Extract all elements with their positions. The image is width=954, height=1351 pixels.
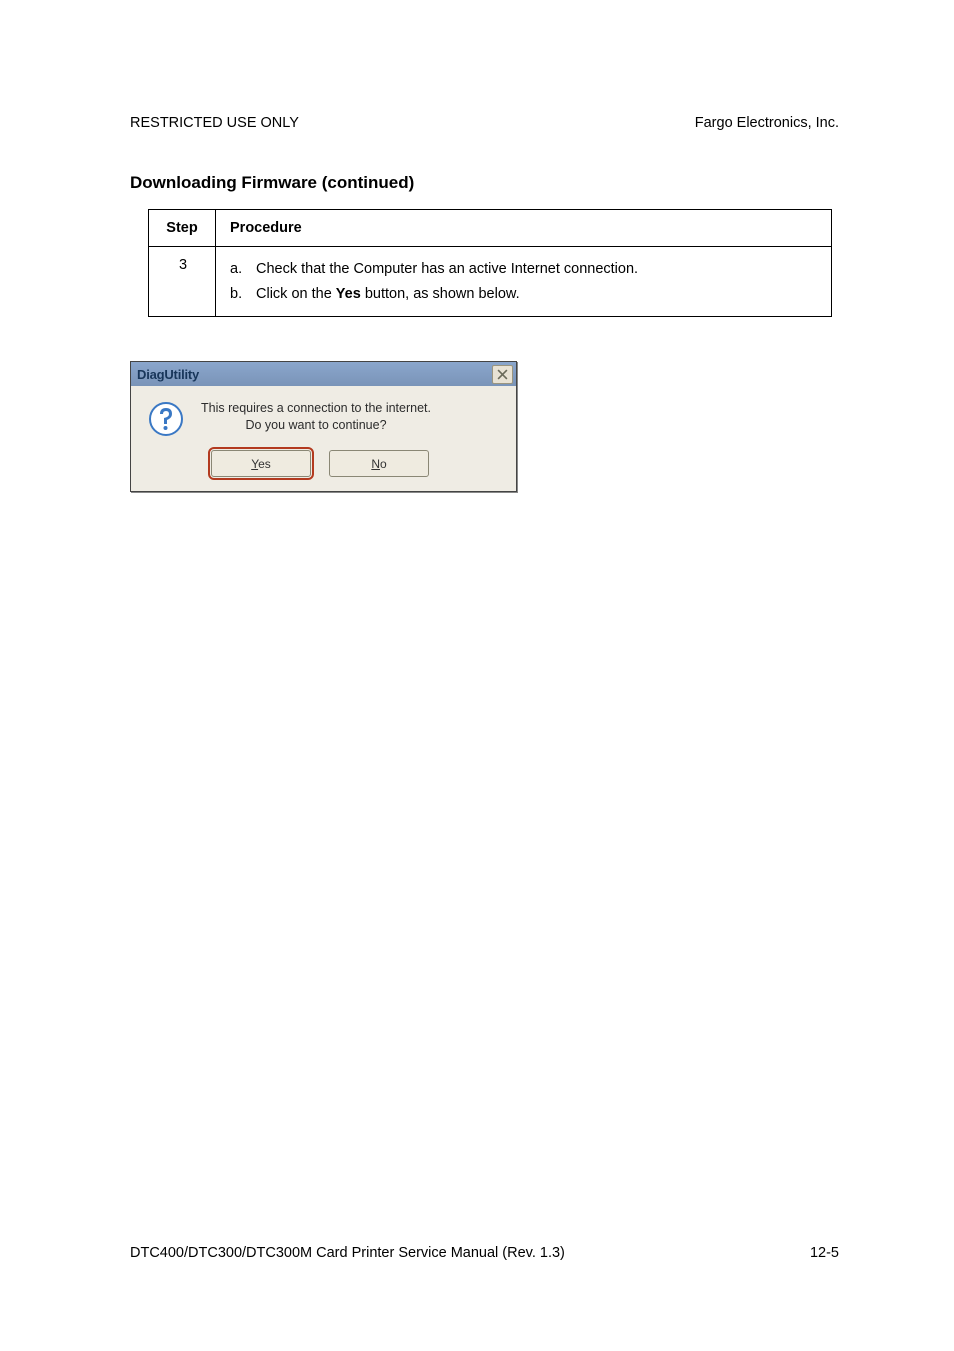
item-text-b: Click on the Yes button, as shown below. [256,282,520,307]
footer-left: DTC400/DTC300/DTC300M Card Printer Servi… [130,1245,565,1261]
no-button[interactable]: No [329,450,429,477]
page-header: RESTRICTED USE ONLY Fargo Electronics, I… [130,115,839,131]
page-footer: DTC400/DTC300/DTC300M Card Printer Servi… [130,1245,839,1261]
dialog-body: This requires a connection to the intern… [131,386,516,491]
header-left: RESTRICTED USE ONLY [130,115,299,131]
footer-right: 12-5 [810,1245,839,1261]
dialog-window: DiagUtility This requires a connection t… [130,361,517,492]
procedure-cell: a. Check that the Computer has an active… [216,247,832,317]
item-marker-a: a. [230,257,256,282]
col-step-header: Step [149,210,216,247]
list-item: b. Click on the Yes button, as shown bel… [230,282,819,307]
dialog-title: DiagUtility [137,367,199,382]
dialog-titlebar[interactable]: DiagUtility [131,362,516,386]
item-text-a: Check that the Computer has an active In… [256,257,638,282]
list-item: a. Check that the Computer has an active… [230,257,819,282]
col-procedure-header: Procedure [216,210,832,247]
procedure-table: Step Procedure 3 a. Check that the Compu… [148,209,832,317]
header-right: Fargo Electronics, Inc. [695,115,839,131]
dialog-message: This requires a connection to the intern… [201,400,437,434]
question-icon [149,402,183,436]
table-row: 3 a. Check that the Computer has an acti… [149,247,832,317]
item-marker-b: b. [230,282,256,307]
yes-button[interactable]: Yes [211,450,311,477]
close-button[interactable] [492,365,513,384]
section-heading: Downloading Firmware (continued) [130,173,839,193]
step-number: 3 [149,247,216,317]
close-icon [497,369,508,380]
